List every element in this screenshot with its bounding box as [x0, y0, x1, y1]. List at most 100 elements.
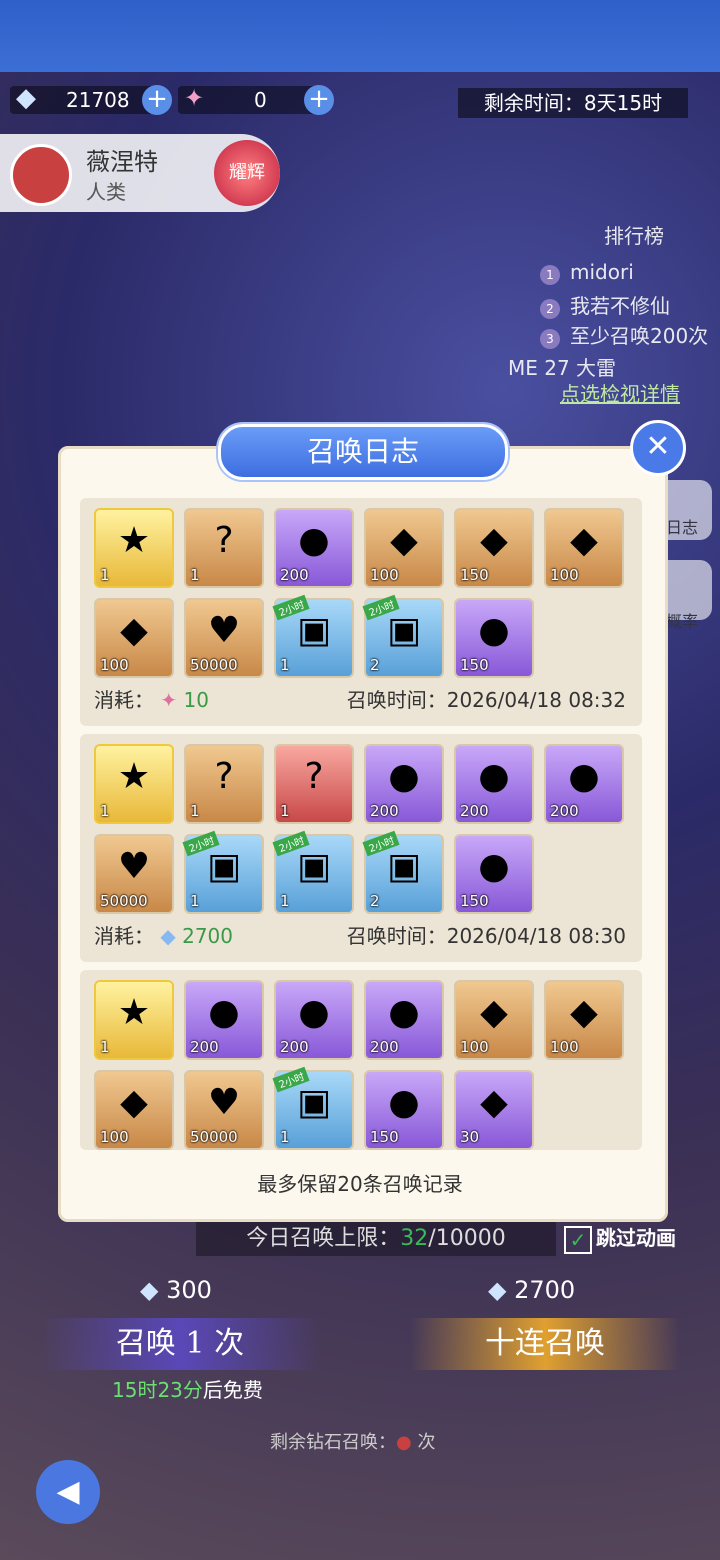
- add-diamond-button[interactable]: +: [142, 85, 172, 115]
- diamond-icon: ◆: [16, 83, 36, 113]
- reward-item[interactable]: ◆ 100: [544, 508, 624, 588]
- rank-number: 2: [540, 299, 560, 319]
- my-rank: ME 27 大雷: [508, 356, 617, 380]
- reward-item[interactable]: ▣ 2小时 1: [272, 594, 354, 678]
- item-count: 50000: [190, 656, 238, 674]
- crystal-orb-icon: ●: [298, 992, 330, 1033]
- back-button[interactable]: ◀: [36, 1460, 100, 1524]
- consume-info: 消耗： ◆ 2700: [94, 920, 233, 949]
- reward-item[interactable]: ● 200: [364, 744, 444, 824]
- item-count: 200: [370, 1038, 399, 1056]
- diamond-counter: ◆ 21708 +: [10, 83, 172, 115]
- reward-item[interactable]: ♥ 50000: [184, 598, 264, 678]
- reward-item[interactable]: ● 200: [274, 980, 354, 1060]
- summon-ten-button[interactable]: 十连召唤: [410, 1318, 680, 1370]
- reward-item[interactable]: ▣ 2小时 2: [362, 594, 444, 678]
- record-limit-note: 最多保留20条召唤记录: [257, 1172, 463, 1196]
- hero-portrait-icon: ★: [117, 992, 151, 1033]
- reward-item[interactable]: ▣ 2小时 1: [182, 830, 264, 914]
- reward-item[interactable]: ◆ 100: [364, 508, 444, 588]
- golden-egg-icon: ●: [388, 1082, 420, 1123]
- daily-summon-limit: 今日召唤上限：32/10000: [196, 1222, 556, 1256]
- limit-used: 32: [400, 1226, 429, 1251]
- reward-item[interactable]: ● 150: [454, 598, 534, 678]
- crystal-orb-icon: ●: [298, 520, 330, 561]
- reward-item[interactable]: ● 150: [364, 1070, 444, 1150]
- reward-item[interactable]: ◆ 100: [94, 1070, 174, 1150]
- reward-item[interactable]: ★ 1: [94, 744, 174, 824]
- character-race: 人类: [86, 180, 126, 204]
- diamond-icon: ◆: [140, 1276, 159, 1304]
- item-count: 1: [190, 802, 200, 820]
- reward-item[interactable]: ▣ 2小时 1: [272, 1066, 354, 1150]
- summon-record: ★ 1 ● 200 ● 200 ● 200 ◆ 100 ◆ 100 ◆ 100 ♥ 50000 ▣ 2小时 1 ● 15…: [80, 970, 642, 1150]
- diamond-icon: ◆: [120, 610, 148, 651]
- item-count: 50000: [190, 1128, 238, 1146]
- mystery-box-icon: ?: [304, 756, 324, 797]
- item-count: 200: [190, 1038, 219, 1056]
- ten-summon-cost: ◆ 2700: [488, 1276, 575, 1304]
- single-summon-cost: ◆ 300: [140, 1276, 212, 1304]
- diamond-value: 21708: [66, 88, 130, 112]
- reward-item[interactable]: ◆ 100: [544, 980, 624, 1060]
- reward-item[interactable]: ◆ 150: [454, 508, 534, 588]
- character-card[interactable]: 薇涅特 人类 耀辉: [0, 134, 280, 212]
- exp-heart-icon: ♥: [207, 1082, 241, 1123]
- reward-item[interactable]: ● 200: [454, 744, 534, 824]
- remaining-time: 剩余时间：8天15时: [458, 88, 688, 118]
- crystal-orb-icon: ●: [478, 756, 510, 797]
- reward-item[interactable]: ◆ 30: [454, 1070, 534, 1150]
- crystal-orb-icon: ●: [568, 756, 600, 797]
- item-count: 2: [370, 892, 380, 910]
- time-value: 2026/04/18 08:30: [446, 924, 626, 948]
- consume-value: 10: [183, 688, 209, 712]
- reward-item[interactable]: ▣ 2小时 2: [362, 830, 444, 914]
- item-count: 100: [550, 566, 579, 584]
- time-label: 召唤时间：: [346, 924, 447, 948]
- reward-item[interactable]: ♥ 50000: [184, 1070, 264, 1150]
- golden-egg-icon: ●: [478, 610, 510, 651]
- ticket-value: 0: [254, 88, 267, 112]
- item-count: 1: [100, 1038, 110, 1056]
- free-suffix: 后免费: [202, 1378, 263, 1402]
- reward-item[interactable]: ? 1: [274, 744, 354, 824]
- purple-crystal-icon: ◆: [480, 1082, 508, 1123]
- rank-row: 2 我若不修仙: [540, 290, 670, 319]
- item-count: 200: [280, 1038, 309, 1056]
- item-count: 100: [460, 1038, 489, 1056]
- reward-item[interactable]: ? 1: [184, 744, 264, 824]
- reward-item[interactable]: ★ 1: [94, 980, 174, 1060]
- free-time: 15时23分: [112, 1378, 203, 1402]
- cost-value: 300: [166, 1276, 212, 1304]
- reward-item[interactable]: ? 1: [184, 508, 264, 588]
- view-details-link[interactable]: 点选检视详情: [560, 378, 680, 407]
- reward-item[interactable]: ● 200: [364, 980, 444, 1060]
- summon-once-button[interactable]: 召唤 1 次: [40, 1318, 320, 1370]
- skip-animation-toggle[interactable]: ✓ 跳过动画: [564, 1222, 676, 1254]
- reward-item[interactable]: ◆ 100: [454, 980, 534, 1060]
- reward-item[interactable]: ★ 1: [94, 508, 174, 588]
- modal-title: 召唤日志: [218, 424, 508, 480]
- crystal-orb-icon: ●: [208, 992, 240, 1033]
- reward-item[interactable]: ● 150: [454, 834, 534, 914]
- diamond-icon: ◆: [390, 520, 418, 561]
- add-ticket-button[interactable]: +: [304, 85, 334, 115]
- remain-suffix: 次: [417, 1432, 436, 1453]
- rank-name: midori: [570, 260, 634, 284]
- reward-item[interactable]: ● 200: [184, 980, 264, 1060]
- reward-item[interactable]: ● 200: [544, 744, 624, 824]
- item-count: 2: [370, 656, 380, 674]
- item-count: 200: [280, 566, 309, 584]
- summon-time: 召唤时间：2026/04/18 08:30: [347, 920, 626, 949]
- reward-item[interactable]: ♥ 50000: [94, 834, 174, 914]
- rarity-badge: 耀辉: [214, 140, 280, 206]
- item-count: 200: [460, 802, 489, 820]
- crystal-orb-icon: ●: [388, 992, 420, 1033]
- item-count: 150: [460, 892, 489, 910]
- reward-item[interactable]: ● 200: [274, 508, 354, 588]
- rank-number: 3: [540, 329, 560, 349]
- rank-row: 1 midori: [540, 260, 634, 285]
- reward-item[interactable]: ◆ 100: [94, 598, 174, 678]
- close-button[interactable]: ✕: [630, 420, 686, 476]
- reward-item[interactable]: ▣ 2小时 1: [272, 830, 354, 914]
